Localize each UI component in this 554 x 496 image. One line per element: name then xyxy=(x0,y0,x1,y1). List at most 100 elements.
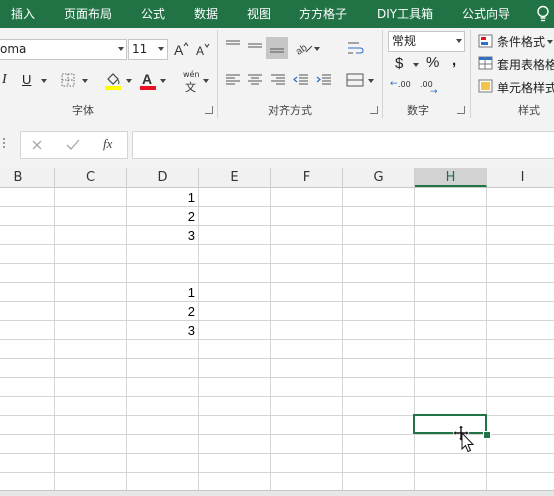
align-right-icon[interactable] xyxy=(270,73,286,87)
tab-page-layout[interactable]: 页面布局 xyxy=(64,0,112,28)
chevron-down-icon xyxy=(160,79,166,83)
column-header-d[interactable]: D xyxy=(127,168,199,187)
cell-styles-button[interactable]: 单元格样式 xyxy=(497,79,554,96)
conditional-format-button[interactable]: 条件格式 xyxy=(497,33,545,50)
gridline xyxy=(0,244,554,245)
gridline xyxy=(0,320,554,321)
font-name-value: oma xyxy=(0,42,27,56)
column-header-f[interactable]: F xyxy=(271,168,343,187)
gridline xyxy=(0,339,554,340)
cell-d7[interactable]: 2 xyxy=(127,302,195,321)
group-label-styles: 样式 xyxy=(518,104,540,117)
cancel-icon[interactable] xyxy=(31,139,43,151)
cell-d6[interactable]: 1 xyxy=(127,283,195,302)
tab-diy-toolbox[interactable]: DIY工具箱 xyxy=(377,0,433,28)
gridline xyxy=(0,396,554,397)
arrow-left-glyph: ← xyxy=(390,79,398,89)
tab-view[interactable]: 视图 xyxy=(247,0,271,28)
cell-d8[interactable]: 3 xyxy=(127,321,195,340)
gridline xyxy=(0,206,554,207)
orientation-icon[interactable]: ab xyxy=(294,38,314,56)
group-label-font: 字体 xyxy=(72,104,94,117)
gridline xyxy=(0,358,554,359)
group-label-alignment: 对齐方式 xyxy=(268,104,312,117)
tab-formula-wizard[interactable]: 公式向导 xyxy=(462,0,510,28)
gridline xyxy=(0,263,554,264)
phonetic-guide-icon[interactable]: wén 文 xyxy=(181,70,203,94)
chevron-down-icon xyxy=(413,63,419,67)
decrease-decimal-icon[interactable]: .00 → xyxy=(418,80,440,98)
column-header-bar: B C D E F G H I xyxy=(0,168,554,188)
phonetic-top-text: wén xyxy=(183,70,200,79)
gridline xyxy=(0,377,554,378)
enter-check-icon[interactable] xyxy=(66,139,80,151)
drag-handle[interactable] xyxy=(3,138,5,140)
gridline xyxy=(0,472,554,473)
align-bottom-button[interactable] xyxy=(266,37,288,59)
font-size-value: 11 xyxy=(132,42,148,56)
svg-text:A: A xyxy=(174,42,184,58)
number-format-select[interactable]: 常规 xyxy=(388,31,465,52)
increase-indent-icon[interactable] xyxy=(316,73,332,87)
decrease-font-size-icon[interactable]: A xyxy=(195,41,211,59)
percent-icon[interactable]: % xyxy=(426,54,439,71)
fill-handle[interactable] xyxy=(483,431,491,439)
column-header-b[interactable]: B xyxy=(0,168,55,187)
cell-grid[interactable]: 1 2 3 1 2 3 xyxy=(0,188,554,490)
column-header-c[interactable]: C xyxy=(55,168,127,187)
tab-fangfang[interactable]: 方方格子 xyxy=(299,0,347,28)
column-header-g[interactable]: G xyxy=(343,168,415,187)
lightbulb-icon[interactable] xyxy=(536,5,550,23)
merge-center-icon[interactable] xyxy=(346,72,364,88)
column-header-e[interactable]: E xyxy=(199,168,271,187)
comma-style-icon[interactable]: , xyxy=(452,52,456,69)
font-color-icon[interactable]: A xyxy=(139,70,157,90)
tab-data[interactable]: 数据 xyxy=(194,0,218,28)
chevron-down-icon xyxy=(158,47,164,51)
decrease-indent-icon[interactable] xyxy=(293,73,309,87)
chevron-down-icon xyxy=(456,39,462,43)
cell-d3[interactable]: 3 xyxy=(127,226,195,245)
format-as-table-button[interactable]: 套用表格格 xyxy=(497,56,554,73)
alignment-dialog-launcher[interactable] xyxy=(370,106,378,114)
column-header-i[interactable]: I xyxy=(487,168,554,187)
align-top-icon[interactable] xyxy=(225,39,241,53)
arrow-right-glyph: → xyxy=(430,87,438,97)
tab-formulas[interactable]: 公式 xyxy=(141,0,165,28)
move-cursor-icon xyxy=(452,424,475,453)
font-dialog-launcher[interactable] xyxy=(205,106,213,114)
group-separator xyxy=(217,30,218,118)
chevron-down-icon xyxy=(41,79,47,83)
border-icon[interactable] xyxy=(61,73,75,87)
cell-d1[interactable]: 1 xyxy=(127,188,195,207)
wrap-text-icon[interactable] xyxy=(347,40,365,56)
ribbon-tab-bar: 插入 页面布局 公式 数据 视图 方方格子 DIY工具箱 公式向导 xyxy=(0,0,554,28)
tab-insert[interactable]: 插入 xyxy=(11,0,35,28)
cell-styles-icon[interactable] xyxy=(478,79,493,93)
svg-text:ab: ab xyxy=(294,42,310,56)
font-name-select[interactable]: oma xyxy=(0,39,127,60)
phonetic-bottom-text: 文 xyxy=(185,81,196,94)
underline-icon[interactable]: U xyxy=(22,72,31,87)
column-header-h[interactable]: H xyxy=(415,168,487,187)
format-as-table-icon[interactable] xyxy=(478,56,493,70)
ribbon: oma 11 A A I U A wén 文 字体 ab 对齐方式 常规 $ %… xyxy=(0,28,554,123)
align-left-icon[interactable] xyxy=(225,73,241,87)
conditional-format-icon[interactable] xyxy=(478,34,493,48)
increase-decimal-icon[interactable]: .00 ← xyxy=(390,79,412,98)
align-center-icon[interactable] xyxy=(247,73,263,87)
italic-icon[interactable]: I xyxy=(2,72,7,88)
group-separator xyxy=(470,30,471,118)
sheet-tab-strip xyxy=(0,490,554,496)
fill-color-icon[interactable] xyxy=(104,70,122,90)
number-dialog-launcher[interactable] xyxy=(457,106,465,114)
chevron-down-icon xyxy=(314,47,320,51)
insert-function-icon[interactable]: fx xyxy=(103,136,112,152)
align-middle-icon[interactable] xyxy=(247,39,263,53)
currency-icon[interactable]: $ xyxy=(395,55,403,72)
svg-text:A: A xyxy=(142,71,152,87)
gridline xyxy=(0,301,554,302)
cell-d2[interactable]: 2 xyxy=(127,207,195,226)
increase-font-size-icon[interactable]: A xyxy=(173,40,189,58)
formula-input[interactable] xyxy=(132,131,554,159)
